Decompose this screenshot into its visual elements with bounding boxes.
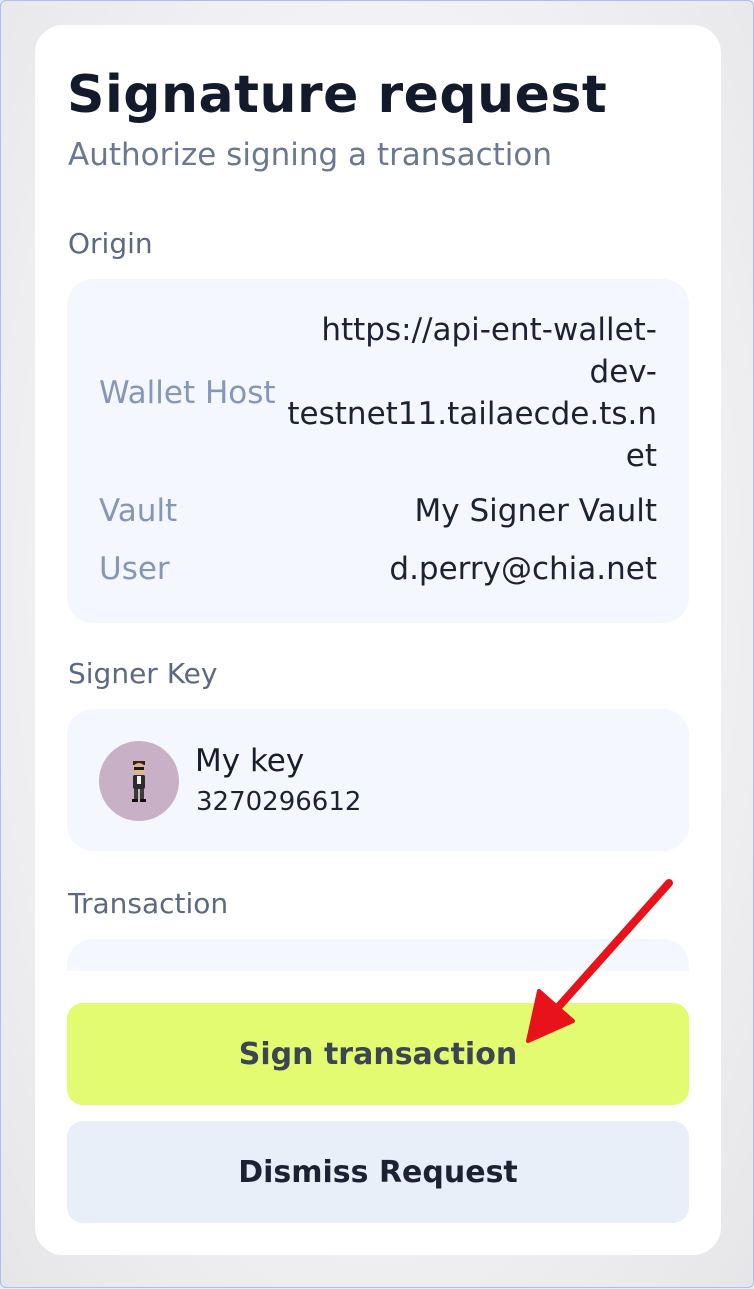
user-label: User bbox=[99, 551, 170, 587]
origin-section-label: Origin bbox=[68, 227, 153, 260]
vault-value: My Signer Vault bbox=[414, 493, 657, 529]
wallet-host-line: et bbox=[625, 438, 657, 474]
sign-transaction-button[interactable]: Sign transaction bbox=[67, 1003, 689, 1105]
dismiss-request-button[interactable]: Dismiss Request bbox=[67, 1121, 689, 1223]
page-title: Signature request bbox=[67, 65, 608, 125]
wallet-host-label: Wallet Host bbox=[99, 375, 276, 411]
vault-label: Vault bbox=[99, 493, 178, 529]
wallet-host-line: testnet11.tailaecde.ts.n bbox=[287, 396, 657, 432]
signer-key-name: My key bbox=[195, 743, 305, 779]
signer-key-section-label: Signer Key bbox=[68, 657, 218, 690]
person-figure-icon bbox=[132, 761, 146, 802]
signature-request-card: Signature request Authorize signing a tr… bbox=[35, 25, 721, 1255]
transaction-section-label: Transaction bbox=[68, 887, 229, 920]
user-value: d.perry@chia.net bbox=[389, 551, 657, 587]
wallet-host-value: https://api-ent-wallet- dev- testnet11.t… bbox=[287, 309, 657, 477]
screenshot-frame: Signature request Authorize signing a tr… bbox=[0, 0, 754, 1288]
page-subtitle: Authorize signing a transaction bbox=[68, 137, 553, 173]
signer-key-panel: My key 3270296612 bbox=[67, 709, 689, 851]
wallet-host-line: https://api-ent-wallet- bbox=[321, 312, 657, 348]
wallet-host-line: dev- bbox=[589, 354, 657, 390]
avatar bbox=[99, 741, 179, 821]
origin-panel: Wallet Host https://api-ent-wallet- dev-… bbox=[67, 279, 689, 623]
transaction-panel[interactable] bbox=[67, 939, 689, 971]
signer-key-fingerprint: 3270296612 bbox=[196, 787, 362, 817]
